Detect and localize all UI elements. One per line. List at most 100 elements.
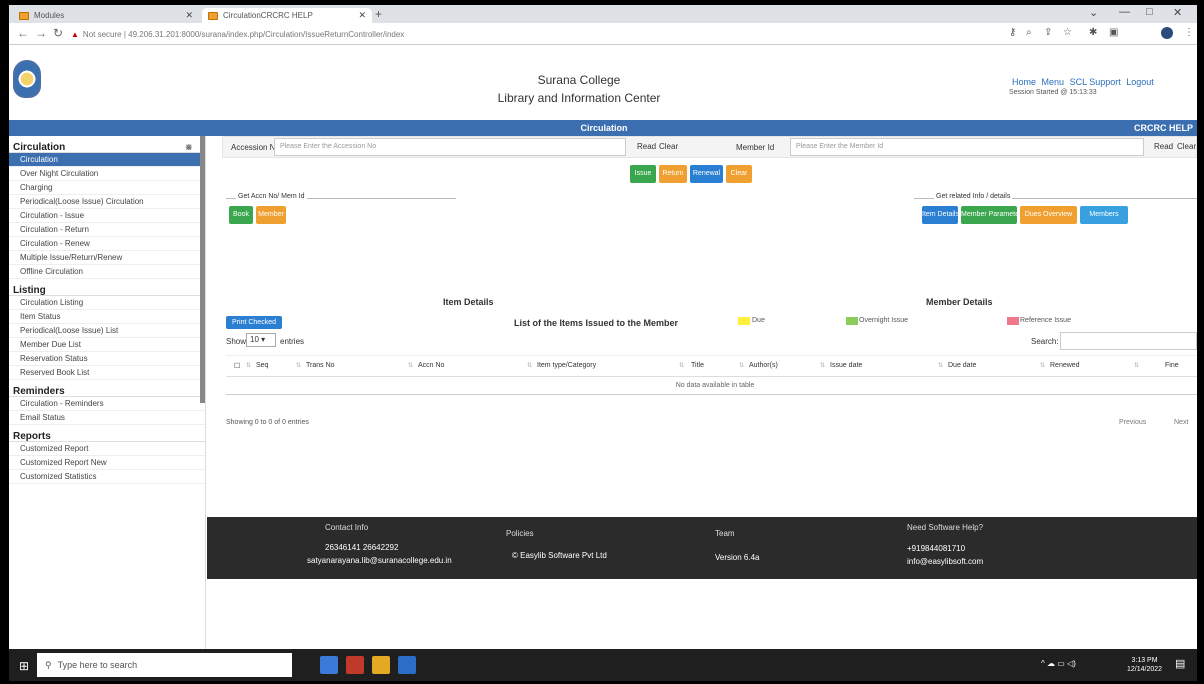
print-checked-button[interactable]: Print Checked	[226, 316, 282, 329]
policies-heading[interactable]: Policies	[506, 529, 534, 538]
close-icon[interactable]: ✕	[358, 10, 366, 21]
previous-link[interactable]: Previous	[1119, 419, 1146, 426]
notification-icon[interactable]: ▤	[1175, 657, 1185, 670]
member-button[interactable]: Member	[256, 206, 286, 224]
col-fine[interactable]: Fine	[1165, 362, 1179, 369]
sidebar-item-return[interactable]: Circulation - Return	[9, 223, 205, 237]
app-icon-1[interactable]	[320, 656, 338, 674]
sidebar-item-periodical-list[interactable]: Periodical(Loose Issue) List	[9, 324, 205, 338]
sidebar-item-charging[interactable]: Charging	[9, 181, 205, 195]
home-link[interactable]: Home	[1012, 77, 1036, 87]
sort-icon[interactable]: ⇅	[246, 362, 251, 369]
maximize-icon[interactable]: □	[1146, 6, 1153, 18]
sort-icon[interactable]: ⇅	[296, 362, 301, 369]
star-icon[interactable]: ☆	[1063, 27, 1072, 38]
windows-start-icon[interactable]: ⊞	[19, 659, 29, 673]
next-link[interactable]: Next	[1174, 419, 1188, 426]
sidebar-item-custom-report-new[interactable]: Customized Report New	[9, 456, 205, 470]
back-icon[interactable]: ←	[17, 26, 29, 40]
sidebar-section-reminders[interactable]: Reminders	[9, 380, 205, 397]
col-issue-date[interactable]: Issue date	[830, 362, 862, 369]
forward-icon[interactable]: →	[35, 26, 47, 40]
close-icon[interactable]: ✕	[185, 10, 193, 21]
key-icon[interactable]: ⚷	[1009, 27, 1016, 38]
col-authors[interactable]: Author(s)	[749, 362, 778, 369]
sort-icon[interactable]: ⇅	[527, 362, 532, 369]
sort-icon[interactable]: ⇅	[1134, 362, 1139, 369]
member-parameters-button[interactable]: Member Parameters	[961, 206, 1017, 224]
book-button[interactable]: Book	[229, 206, 253, 224]
clear-button[interactable]: Clear	[654, 140, 683, 155]
sidebar-item-circ-listing[interactable]: Circulation Listing	[9, 296, 205, 310]
menu-icon[interactable]: ⋮	[1184, 27, 1194, 38]
sidebar-section-reports[interactable]: Reports	[9, 425, 205, 442]
sidebar-section-listing[interactable]: Listing	[9, 279, 205, 296]
browser-tab-circulation[interactable]: CirculationCRCRC HELP ✕	[202, 8, 372, 23]
zoom-icon[interactable]: ⌕	[1026, 27, 1032, 38]
support-link[interactable]: SCL Support	[1070, 77, 1121, 87]
sort-icon[interactable]: ⇅	[408, 362, 413, 369]
system-tray-icons[interactable]: ^ ☁ ▭ ◁)	[1041, 659, 1076, 668]
members-button[interactable]: Members	[1080, 206, 1128, 224]
chevron-down-icon[interactable]: ⌄	[1089, 6, 1098, 19]
minimize-icon[interactable]: —	[1119, 6, 1130, 18]
item-details-button[interactable]: Item Details	[922, 206, 958, 224]
col-accn[interactable]: Accn No	[418, 362, 444, 369]
accession-input[interactable]: Please Enter the Accession No	[274, 138, 626, 156]
sort-icon[interactable]: ⇅	[938, 362, 943, 369]
sidebar-item-offline[interactable]: Offline Circulation	[9, 265, 205, 279]
sidebar-item-member-due[interactable]: Member Due List	[9, 338, 205, 352]
share-icon[interactable]: ⇪	[1044, 27, 1052, 38]
sidebar-item-email-status[interactable]: Email Status	[9, 411, 205, 425]
reload-icon[interactable]: ↻	[53, 26, 63, 40]
sort-icon[interactable]: ⇅	[679, 362, 684, 369]
renewal-button[interactable]: Renewal	[690, 165, 723, 183]
issue-button[interactable]: Issue	[630, 165, 656, 183]
menu-link[interactable]: Menu	[1042, 77, 1065, 87]
sidebar-item-custom-report[interactable]: Customized Report	[9, 442, 205, 456]
profile-avatar[interactable]	[1161, 27, 1173, 39]
col-title[interactable]: Title	[691, 362, 704, 369]
collapse-icon[interactable]: ⋇	[185, 142, 193, 153]
new-tab-icon[interactable]: +	[375, 7, 382, 21]
app-icon-4[interactable]	[398, 656, 416, 674]
dues-overview-button[interactable]: Dues Overview	[1020, 206, 1077, 224]
team-heading[interactable]: Team	[715, 529, 735, 538]
search-input[interactable]	[1060, 332, 1197, 350]
sidebar-item-multiple[interactable]: Multiple Issue/Return/Renew	[9, 251, 205, 265]
sidebar-scrollbar[interactable]	[200, 136, 205, 403]
sort-icon[interactable]: ⇅	[739, 362, 744, 369]
sidebar-item-reservation[interactable]: Reservation Status	[9, 352, 205, 366]
col-due-date[interactable]: Due date	[948, 362, 976, 369]
col-itemtype[interactable]: Item type/Category	[537, 362, 596, 369]
sidebar-item-custom-stats[interactable]: Customized Statistics	[9, 470, 205, 484]
sidebar-item-circulation[interactable]: Circulation	[9, 153, 205, 167]
contact-email[interactable]: satyanarayana.lib@suranacollege.edu.in	[307, 556, 452, 565]
app-icon-2[interactable]	[346, 656, 364, 674]
sort-icon[interactable]: ⇅	[1040, 362, 1045, 369]
help-email[interactable]: info@easylibsoft.com	[907, 557, 983, 566]
action-clear-button[interactable]: Clear	[726, 165, 752, 183]
select-all-checkbox[interactable]: ☐	[234, 362, 240, 370]
sidebar-item-item-status[interactable]: Item Status	[9, 310, 205, 324]
col-seq[interactable]: Seq	[256, 362, 268, 369]
taskbar-search[interactable]: ⚲ Type here to search	[37, 653, 292, 677]
clear-button-2[interactable]: Clear	[1172, 140, 1197, 155]
sidebar-item-issue[interactable]: Circulation - Issue	[9, 209, 205, 223]
col-renewed[interactable]: Renewed	[1050, 362, 1080, 369]
sidebar-item-reserved[interactable]: Reserved Book List	[9, 366, 205, 380]
return-button[interactable]: Return	[659, 165, 687, 183]
sidebar-icon[interactable]: ▣	[1109, 27, 1118, 38]
member-input[interactable]: Please Enter the Member Id	[790, 138, 1144, 156]
logout-link[interactable]: Logout	[1126, 77, 1154, 87]
sidebar-section-circulation[interactable]: Circulation ⋇	[9, 136, 205, 153]
col-trans[interactable]: Trans No	[306, 362, 335, 369]
extensions-icon[interactable]: ✱	[1089, 27, 1097, 38]
address-bar[interactable]: ▲ Not secure | 49.206.31.201:8000/surana…	[71, 26, 1001, 42]
sidebar-item-overnight[interactable]: Over Night Circulation	[9, 167, 205, 181]
help-title[interactable]: CRCRC HELP	[1134, 123, 1193, 133]
sidebar-item-periodical[interactable]: Periodical(Loose Issue) Circulation	[9, 195, 205, 209]
sidebar-item-circ-reminders[interactable]: Circulation - Reminders	[9, 397, 205, 411]
entries-select[interactable]: 10 ▾	[246, 333, 276, 347]
window-close-icon[interactable]: ✕	[1173, 6, 1182, 19]
